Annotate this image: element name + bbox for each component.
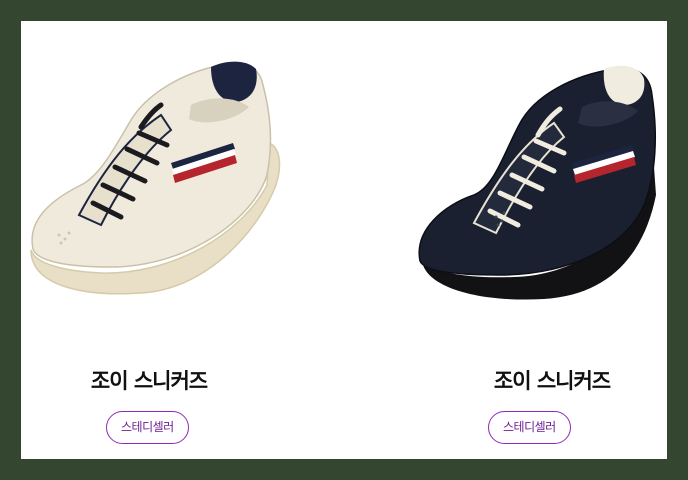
product-card[interactable]: 조이 스니커즈 스테디셀러 xyxy=(404,21,688,459)
steady-seller-tag-button[interactable]: 스테디셀러 xyxy=(488,411,571,444)
product-image[interactable] xyxy=(21,35,321,325)
product-image[interactable] xyxy=(404,35,688,325)
steady-seller-tag-button[interactable]: 스테디셀러 xyxy=(106,411,189,444)
product-title[interactable]: 조이 스니커즈 xyxy=(404,365,688,395)
product-card[interactable]: 조이 스니커즈 스테디셀러 xyxy=(21,21,321,459)
product-grid: 조이 스니커즈 스테디셀러 조이 스니커즈 스테디셀러 xyxy=(21,21,667,459)
product-title[interactable]: 조이 스니커즈 xyxy=(21,365,277,395)
